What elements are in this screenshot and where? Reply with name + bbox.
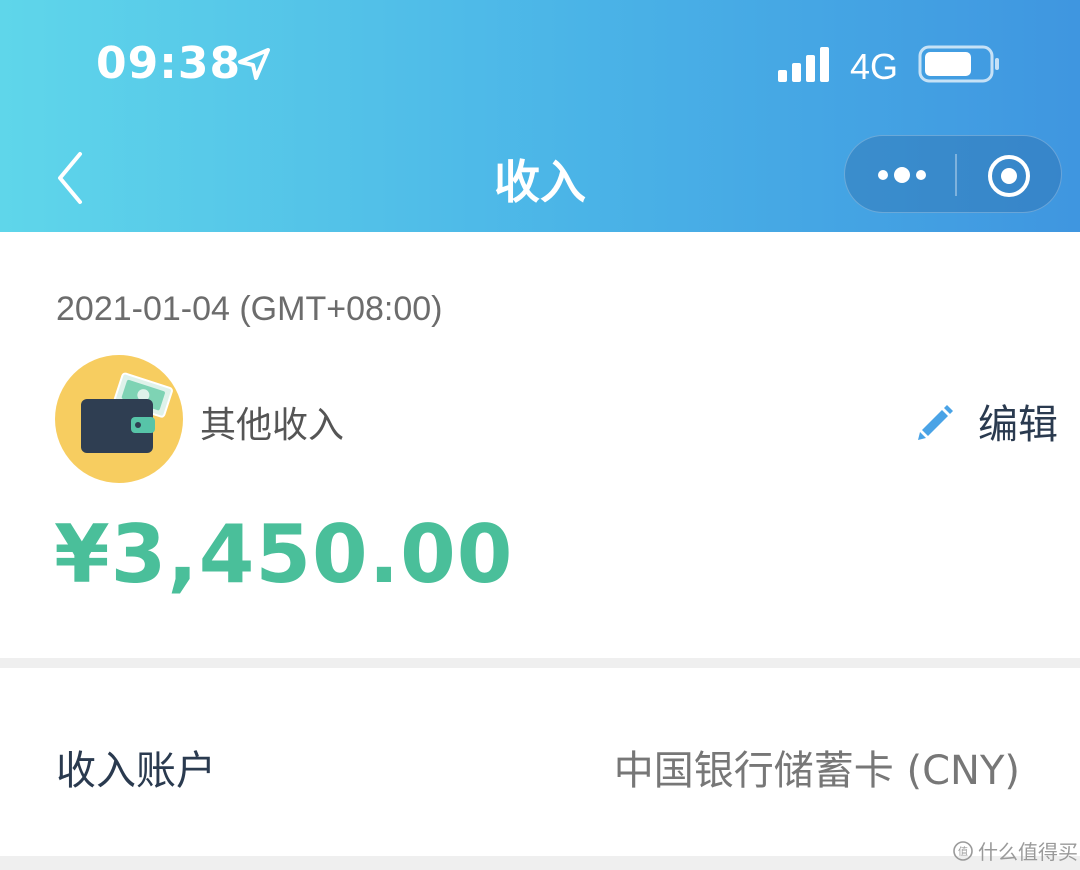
watermark-text: 什么值得买 xyxy=(978,840,1078,864)
account-value[interactable]: 中国银行储蓄卡 (CNY) xyxy=(614,738,1020,796)
section-divider-bottom xyxy=(0,856,1080,870)
status-time: 09:38 xyxy=(96,38,242,89)
watermark-logo-icon: 值 xyxy=(953,840,973,861)
signal-icon xyxy=(778,47,829,82)
amount-value: ¥3,450.00 xyxy=(54,508,514,601)
edit-label: 编辑 xyxy=(978,402,1058,448)
capsule-divider xyxy=(955,154,957,196)
category-avatar xyxy=(55,355,183,483)
battery-icon xyxy=(918,45,999,83)
top-bar: 09:38 4G 收入 xyxy=(0,0,1080,232)
wallet-icon xyxy=(81,372,173,453)
mini-program-capsule xyxy=(844,135,1062,213)
network-type: 4G xyxy=(850,46,899,87)
pencil-icon xyxy=(918,405,953,440)
account-label: 收入账户 xyxy=(56,748,216,794)
more-icon[interactable] xyxy=(875,158,929,192)
record-date: 2021-01-04 (GMT+08:00) xyxy=(56,290,443,328)
section-divider xyxy=(0,658,1080,668)
watermark: 值 什么值得买 xyxy=(952,836,1078,865)
category-label: 其他收入 xyxy=(200,405,345,446)
svg-text:值: 值 xyxy=(958,845,968,858)
edit-button[interactable]: 编辑 xyxy=(914,396,1058,448)
target-icon[interactable] xyxy=(985,152,1033,200)
location-arrow-icon xyxy=(238,48,270,80)
page-title: 收入 xyxy=(494,155,586,209)
back-button[interactable] xyxy=(50,148,90,208)
